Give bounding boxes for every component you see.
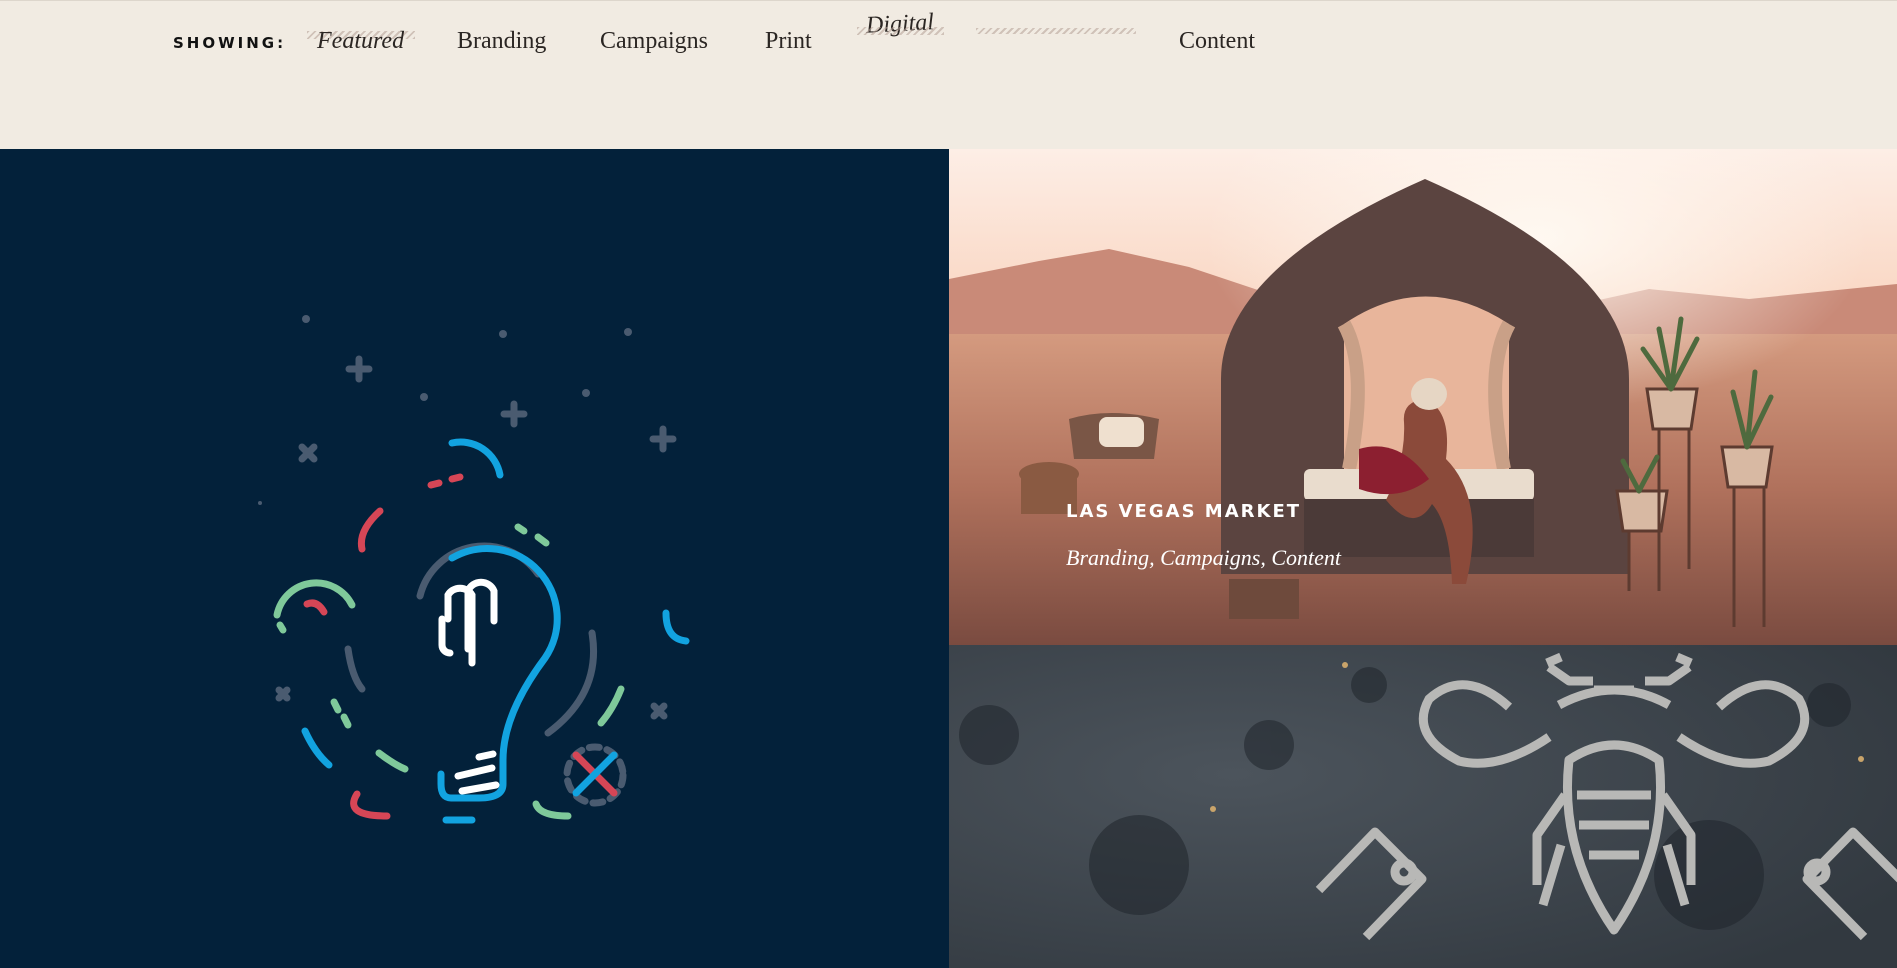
project-tile-bee[interactable] — [949, 645, 1897, 968]
filter-digital[interactable]: Digital — [865, 9, 934, 40]
project-tile-las-vegas-market[interactable]: LAS VEGAS MARKET Branding, Campaigns, Co… — [949, 149, 1897, 645]
project-tags: Branding, Campaigns, Content — [1066, 545, 1342, 570]
project-title: LAS VEGAS MARKET — [1066, 501, 1302, 522]
digital-underline — [857, 27, 944, 35]
filter-decoration — [976, 28, 1136, 34]
filter-branding[interactable]: Branding — [457, 28, 546, 55]
filter-campaigns[interactable]: Campaigns — [600, 28, 708, 55]
filter-content[interactable]: Content — [1179, 28, 1255, 55]
filter-label: SHOWING: — [173, 34, 287, 52]
lightbulb-icon — [258, 315, 690, 824]
filter-print[interactable]: Print — [765, 28, 812, 55]
bee-icon — [949, 645, 1897, 968]
project-tile-lightbulb[interactable] — [0, 149, 949, 968]
filter-bar: SHOWING: Featured Branding Campaigns Pri… — [0, 0, 1897, 149]
filter-featured[interactable]: Featured — [317, 28, 404, 55]
